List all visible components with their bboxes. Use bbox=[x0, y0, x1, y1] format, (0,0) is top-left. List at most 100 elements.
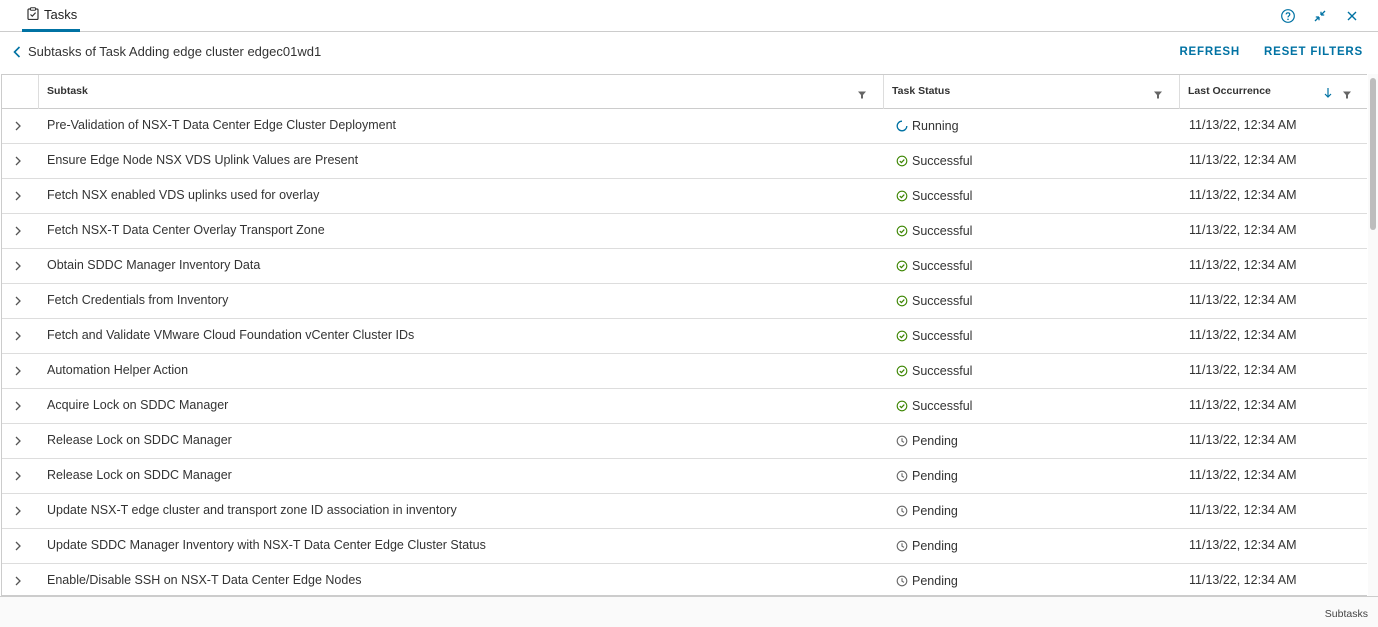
table-row[interactable]: Release Lock on SDDC Manager Pending 11/13… bbox=[2, 459, 1367, 494]
table-row[interactable]: Update SDDC Manager Inventory with NSX-T… bbox=[2, 529, 1367, 564]
status-text: Pending bbox=[912, 469, 958, 483]
spinner-icon bbox=[896, 120, 908, 132]
status-text: Successful bbox=[912, 154, 973, 168]
status-cell: Pending bbox=[896, 574, 958, 588]
subtask-name: Enable/Disable SSH on NSX-T Data Center … bbox=[47, 573, 362, 587]
subtask-name: Fetch and Validate VMware Cloud Foundati… bbox=[47, 328, 415, 342]
status-text: Successful bbox=[912, 224, 973, 238]
subheader: Subtasks of Task Adding edge cluster edg… bbox=[0, 32, 1378, 74]
column-header-label: Last Occurrence bbox=[1188, 85, 1271, 97]
check-circle-icon bbox=[896, 400, 908, 412]
check-circle-icon bbox=[896, 365, 908, 377]
status-cell: Running bbox=[896, 119, 959, 133]
subtask-name: Fetch NSX-T Data Center Overlay Transpor… bbox=[47, 223, 325, 237]
sort-down-arrow-icon[interactable] bbox=[1323, 87, 1333, 99]
status-text: Successful bbox=[912, 364, 973, 378]
last-occurrence: 11/13/22, 12:34 AM bbox=[1189, 328, 1297, 342]
expand-chevron-icon[interactable] bbox=[14, 295, 24, 307]
subtask-name: Fetch NSX enabled VDS uplinks used for o… bbox=[47, 188, 320, 202]
column-header-subtask[interactable]: Subtask bbox=[38, 75, 883, 109]
table-row[interactable]: Pre-Validation of NSX-T Data Center Edge… bbox=[2, 109, 1367, 144]
expand-chevron-icon[interactable] bbox=[14, 575, 24, 587]
grid-footer: Subtasks bbox=[0, 596, 1378, 627]
last-occurrence: 11/13/22, 12:34 AM bbox=[1189, 293, 1297, 307]
status-text: Successful bbox=[912, 259, 973, 273]
status-text: Successful bbox=[912, 189, 973, 203]
status-text: Pending bbox=[912, 539, 958, 553]
clock-icon bbox=[896, 540, 908, 552]
table-row[interactable]: Ensure Edge Node NSX VDS Uplink Values a… bbox=[2, 144, 1367, 179]
status-text: Pending bbox=[912, 434, 958, 448]
vertical-scrollbar[interactable] bbox=[1368, 74, 1378, 596]
check-circle-icon bbox=[896, 260, 908, 272]
subtasks-grid: Subtask Task Status Last Occurrence Pre-… bbox=[1, 74, 1367, 596]
table-row[interactable]: Update NSX-T edge cluster and transport … bbox=[2, 494, 1367, 529]
top-bar: Tasks bbox=[0, 0, 1378, 32]
last-occurrence: 11/13/22, 12:34 AM bbox=[1189, 188, 1297, 202]
column-header-status[interactable]: Task Status bbox=[883, 75, 1179, 109]
status-cell: Successful bbox=[896, 364, 972, 378]
back-chevron-icon[interactable] bbox=[12, 45, 24, 59]
expand-chevron-icon[interactable] bbox=[14, 540, 24, 552]
page-title: Subtasks of Task Adding edge cluster edg… bbox=[28, 44, 322, 59]
check-circle-icon bbox=[896, 155, 908, 167]
last-occurrence: 11/13/22, 12:34 AM bbox=[1189, 223, 1297, 237]
expand-chevron-icon[interactable] bbox=[14, 470, 24, 482]
table-row[interactable]: Release Lock on SDDC Manager Pending 11/13… bbox=[2, 424, 1367, 459]
table-row[interactable]: Acquire Lock on SDDC Manager Successful 11… bbox=[2, 389, 1367, 424]
help-icon[interactable] bbox=[1280, 8, 1296, 24]
column-header-last-occurrence[interactable]: Last Occurrence bbox=[1179, 75, 1367, 109]
table-row[interactable]: Enable/Disable SSH on NSX-T Data Center … bbox=[2, 564, 1367, 595]
subtask-name: Acquire Lock on SDDC Manager bbox=[47, 398, 229, 412]
expand-chevron-icon[interactable] bbox=[14, 260, 24, 272]
status-cell: Successful bbox=[896, 224, 972, 238]
clock-icon bbox=[896, 470, 908, 482]
expand-chevron-icon[interactable] bbox=[14, 400, 24, 412]
table-row[interactable]: Fetch Credentials from Inventory Successf… bbox=[2, 284, 1367, 319]
filter-icon[interactable] bbox=[1342, 88, 1352, 99]
filter-icon[interactable] bbox=[1153, 88, 1163, 99]
table-row[interactable]: Obtain SDDC Manager Inventory Data Succes… bbox=[2, 249, 1367, 284]
expand-chevron-icon[interactable] bbox=[14, 120, 24, 132]
table-row[interactable]: Fetch and Validate VMware Cloud Foundati… bbox=[2, 319, 1367, 354]
table-row[interactable]: Automation Helper Action Successful 11/13/… bbox=[2, 354, 1367, 389]
footer-label: Subtasks bbox=[1324, 608, 1368, 620]
close-icon[interactable] bbox=[1344, 8, 1360, 24]
refresh-button[interactable]: REFRESH bbox=[1179, 46, 1240, 58]
filter-icon[interactable] bbox=[857, 88, 867, 99]
subtask-name: Fetch Credentials from Inventory bbox=[47, 293, 229, 307]
tab-tasks[interactable]: Tasks bbox=[22, 0, 80, 32]
tab-label: Tasks bbox=[44, 7, 78, 22]
subtask-name: Obtain SDDC Manager Inventory Data bbox=[47, 258, 261, 272]
collapse-icon[interactable] bbox=[1312, 8, 1328, 24]
reset-filters-button[interactable]: RESET FILTERS bbox=[1264, 46, 1363, 58]
status-cell: Successful bbox=[896, 189, 972, 203]
check-circle-icon bbox=[896, 295, 908, 307]
clock-icon bbox=[896, 505, 908, 517]
status-text: Successful bbox=[912, 294, 973, 308]
subtask-name: Update SDDC Manager Inventory with NSX-T… bbox=[47, 538, 486, 552]
status-text: Pending bbox=[912, 504, 958, 518]
status-cell: Successful bbox=[896, 154, 972, 168]
check-circle-icon bbox=[896, 225, 908, 237]
status-text: Running bbox=[912, 119, 959, 133]
last-occurrence: 11/13/22, 12:34 AM bbox=[1189, 433, 1297, 447]
expand-chevron-icon[interactable] bbox=[14, 190, 24, 202]
table-row[interactable]: Fetch NSX-T Data Center Overlay Transpor… bbox=[2, 214, 1367, 249]
scrollbar-thumb[interactable] bbox=[1370, 78, 1376, 230]
expand-chevron-icon[interactable] bbox=[14, 505, 24, 517]
subtask-name: Ensure Edge Node NSX VDS Uplink Values a… bbox=[47, 153, 359, 167]
table-row[interactable]: Fetch NSX enabled VDS uplinks used for o… bbox=[2, 179, 1367, 214]
status-cell: Successful bbox=[896, 259, 972, 273]
last-occurrence: 11/13/22, 12:34 AM bbox=[1189, 538, 1297, 552]
expand-chevron-icon[interactable] bbox=[14, 155, 24, 167]
clock-icon bbox=[896, 575, 908, 587]
expand-chevron-icon[interactable] bbox=[14, 330, 24, 342]
expand-chevron-icon[interactable] bbox=[14, 435, 24, 447]
expand-chevron-icon[interactable] bbox=[14, 365, 24, 377]
expand-chevron-icon[interactable] bbox=[14, 225, 24, 237]
clock-icon bbox=[896, 435, 908, 447]
header-actions: REFRESH RESET FILTERS bbox=[1179, 46, 1363, 58]
status-cell: Pending bbox=[896, 469, 958, 483]
column-header-label: Task Status bbox=[892, 85, 951, 97]
